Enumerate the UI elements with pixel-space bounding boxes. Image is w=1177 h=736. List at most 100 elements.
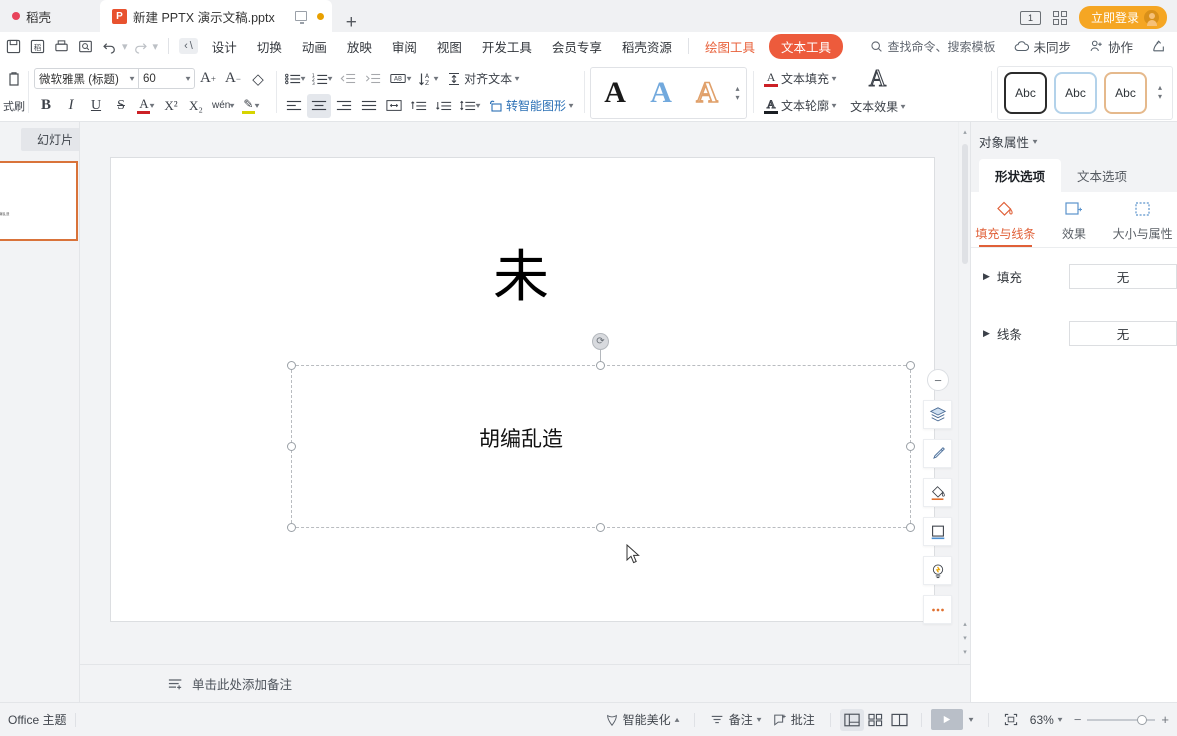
notes-toggle-button[interactable]: 备注 ▾ xyxy=(704,708,767,731)
bullet-list-button[interactable]: ▾ xyxy=(282,67,308,91)
subscript-button[interactable]: X₂ xyxy=(184,94,208,118)
font-name-input[interactable]: 微软雅黑 (标题) ▾ xyxy=(35,69,138,88)
resize-handle-top-right[interactable] xyxy=(906,361,915,370)
highlight-color-button[interactable]: ✎ ▾ xyxy=(238,94,262,118)
view-reading-button[interactable] xyxy=(888,709,912,731)
resize-handle-bottom-left[interactable] xyxy=(287,523,296,532)
brush-icon[interactable] xyxy=(923,439,952,468)
slide-canvas-area[interactable]: 未 胡编乱造 ⟳ − ▴ ▴ ▾ ▾ xyxy=(80,122,970,664)
rotate-handle[interactable]: ⟳ xyxy=(592,333,609,350)
tab-shape-options[interactable]: 形状选项 xyxy=(979,159,1062,192)
zoom-slider-track[interactable] xyxy=(1087,714,1156,725)
line-spacing-button[interactable]: ▾ xyxy=(457,94,483,118)
undo-icon[interactable] xyxy=(98,35,121,57)
sync-status-button[interactable]: 未同步 xyxy=(1007,34,1078,59)
comment-button[interactable]: 批注 xyxy=(767,708,821,731)
expand-arrow-icon[interactable]: ▶ xyxy=(983,271,990,282)
subtab-size-properties[interactable]: 大小与属性 xyxy=(1108,200,1177,247)
zoom-slider-knob[interactable] xyxy=(1137,714,1148,725)
decrease-font-size-button[interactable]: A − xyxy=(221,67,245,91)
resize-handle-middle-left[interactable] xyxy=(287,442,296,451)
superscript-button[interactable]: X² xyxy=(159,94,183,118)
wordart-gallery-more-button[interactable]: ▴ ▾ xyxy=(731,71,744,115)
convert-to-smartart-button[interactable]: 转智能图形 ▾ xyxy=(484,94,578,118)
menu-devtools[interactable]: 开发工具 xyxy=(472,33,542,60)
share-button[interactable] xyxy=(1144,36,1173,56)
tab-docer[interactable]: 稻壳 xyxy=(0,0,100,32)
shape-style-1[interactable]: Abc xyxy=(1004,72,1047,114)
decrease-indent-button[interactable] xyxy=(336,67,360,91)
qat-more-caret-icon[interactable]: ▾ xyxy=(153,40,159,53)
zoom-out-button[interactable]: − xyxy=(1074,712,1082,727)
text-outline-button[interactable]: A 文本轮廓 ▾ xyxy=(759,94,841,118)
subtab-fill-and-line[interactable]: 填充与线条 xyxy=(971,200,1040,247)
scroll-next-slide-button[interactable]: ▾ xyxy=(961,634,969,642)
text-direction-button[interactable]: AB ▾ xyxy=(386,67,414,91)
slideshow-options-caret-icon[interactable]: ▾ xyxy=(961,715,980,724)
italic-button[interactable]: I xyxy=(59,94,83,118)
format-painter-label[interactable]: 式刷 xyxy=(3,98,25,114)
bold-button[interactable]: B xyxy=(34,94,58,118)
print-icon[interactable] xyxy=(50,35,73,57)
notes-pane[interactable]: 单击此处添加备注 xyxy=(80,664,970,702)
present-screen-icon[interactable] xyxy=(294,11,307,24)
align-center-button[interactable] xyxy=(307,93,331,118)
idea-lightbulb-icon[interactable] xyxy=(923,556,952,585)
align-right-button[interactable] xyxy=(332,94,356,118)
distribute-button[interactable] xyxy=(382,94,406,118)
shape-style-more-button[interactable]: ▴ ▾ xyxy=(1154,72,1166,114)
apps-grid-icon[interactable] xyxy=(1052,10,1067,25)
resize-handle-middle-right[interactable] xyxy=(906,442,915,451)
paste-icon[interactable] xyxy=(2,67,26,91)
text-effect-icon[interactable]: A xyxy=(866,66,890,92)
text-fill-button[interactable]: A 文本填充 ▾ xyxy=(759,67,841,91)
collapse-toolbar-button[interactable]: − xyxy=(927,369,949,391)
print-preview-icon[interactable] xyxy=(74,35,97,57)
menu-docer[interactable]: 稻壳资源 xyxy=(612,33,682,60)
canvas-vertical-scrollbar[interactable]: ▴ ▴ ▾ ▾ xyxy=(958,122,970,664)
increase-font-size-button[interactable]: A + xyxy=(196,67,220,91)
new-tab-button[interactable]: + xyxy=(332,13,371,32)
redo-icon[interactable] xyxy=(129,35,152,57)
subtab-effects[interactable]: 效果 xyxy=(1040,200,1109,247)
underline-button[interactable]: U xyxy=(84,94,108,118)
search-input[interactable]: 查找命令、搜索模板 xyxy=(862,38,1003,55)
resize-handle-bottom-right[interactable] xyxy=(906,523,915,532)
menu-animation[interactable]: 动画 xyxy=(292,33,337,60)
start-slideshow-button[interactable] xyxy=(930,709,963,730)
shape-style-3[interactable]: Abc xyxy=(1104,72,1147,114)
menu-review[interactable]: 审阅 xyxy=(382,33,427,60)
tab-active-document[interactable]: P 新建 PPTX 演示文稿.pptx xyxy=(100,0,332,32)
scroll-up-button[interactable]: ▴ xyxy=(961,128,969,136)
view-slide-sorter-button[interactable] xyxy=(864,709,888,731)
font-size-input[interactable]: 60 ▾ xyxy=(138,69,194,88)
slide-thumbnail-1[interactable]: 胡编乱造 xyxy=(0,161,78,241)
shape-style-2[interactable]: Abc xyxy=(1054,72,1097,114)
font-color-button[interactable]: A ▾ xyxy=(134,94,158,118)
theme-label[interactable]: Office 主题 xyxy=(8,711,66,728)
scroll-down-button[interactable]: ▾ xyxy=(961,648,969,656)
increase-indent-button[interactable] xyxy=(361,67,385,91)
tab-text-options[interactable]: 文本选项 xyxy=(1061,159,1143,192)
menu-design[interactable]: 设计 xyxy=(202,33,247,60)
wordart-style-1[interactable]: A xyxy=(593,71,637,115)
zoom-level-button[interactable]: 63% ▾ xyxy=(1024,710,1068,730)
align-text-button[interactable]: 对齐文本 ▾ xyxy=(442,67,524,91)
increase-paragraph-spacing-button[interactable] xyxy=(407,94,431,118)
resize-handle-top-center[interactable] xyxy=(596,361,605,370)
justify-button[interactable] xyxy=(357,94,381,118)
page-count-icon[interactable]: 1 xyxy=(1019,10,1041,25)
menu-slideshow[interactable]: 放映 xyxy=(337,33,382,60)
scrollbar-thumb[interactable] xyxy=(962,144,968,264)
align-left-button[interactable] xyxy=(282,94,306,118)
panel-tab-slides[interactable]: 幻灯片 xyxy=(21,128,79,151)
collaborate-button[interactable]: 协作 xyxy=(1082,34,1140,59)
slide-title-placeholder[interactable]: 未 xyxy=(211,228,831,328)
menu-view[interactable]: 视图 xyxy=(427,33,472,60)
more-dots-icon[interactable] xyxy=(923,595,952,624)
property-fill-value[interactable]: 无 xyxy=(1069,264,1177,289)
menu-text-tools[interactable]: 文本工具 xyxy=(768,33,843,59)
view-normal-button[interactable] xyxy=(839,708,864,731)
menu-scroll-left-button[interactable]: ‹ \ xyxy=(179,38,198,54)
sort-button[interactable]: AZ ▾ xyxy=(415,67,441,91)
